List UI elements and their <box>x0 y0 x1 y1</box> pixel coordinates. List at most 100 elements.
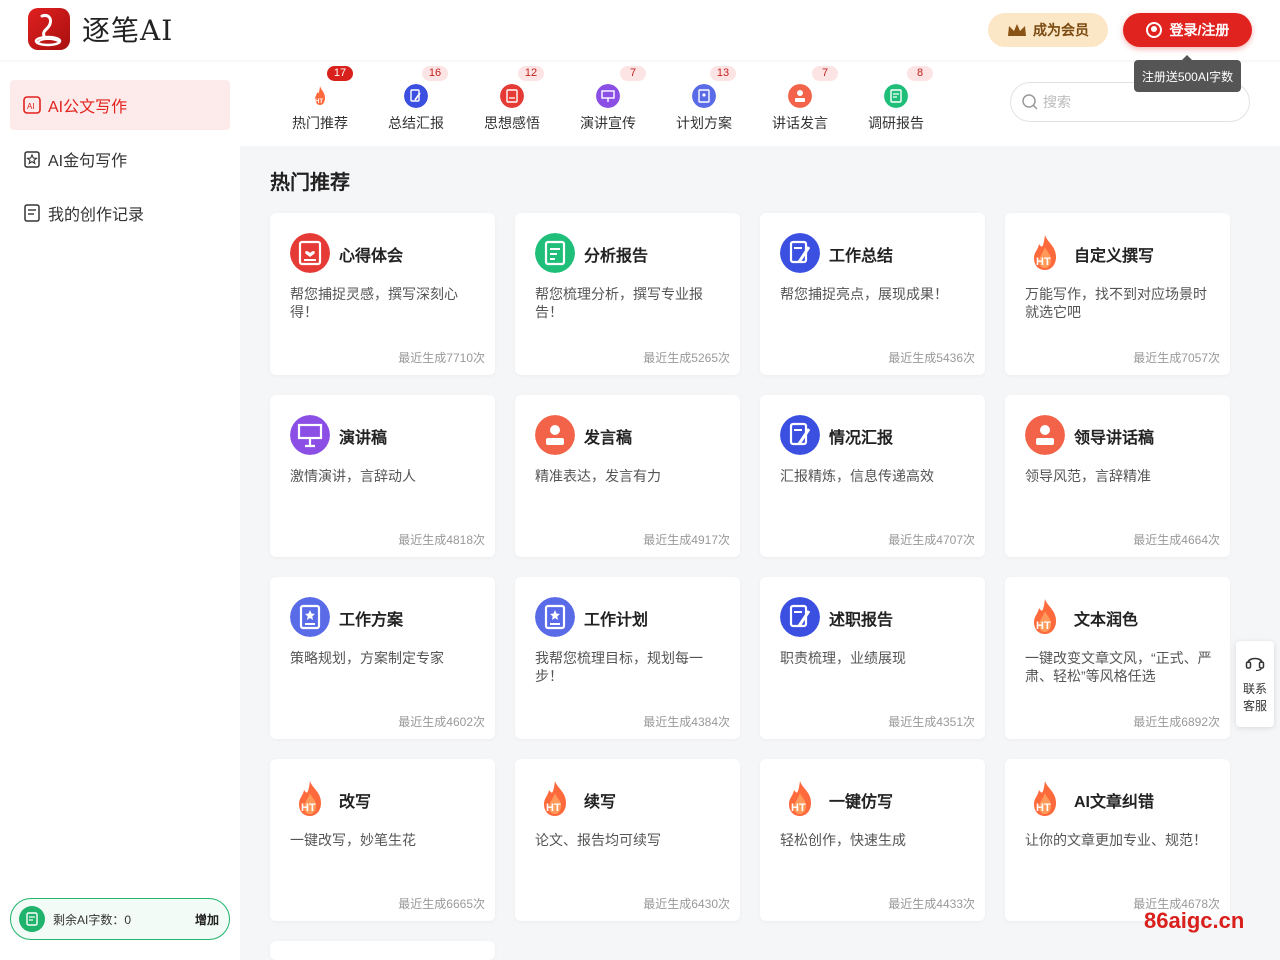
card-usage-count: 最近生成4818次 <box>398 533 485 547</box>
tab-summary-report[interactable]: 16 总结汇报 <box>368 60 464 146</box>
card-2[interactable]: 工作总结 帮您捕捉亮点，展现成果！ 最近生成5436次 <box>760 213 985 375</box>
card-title: 工作计划 <box>584 612 649 629</box>
card-12[interactable]: HT 改写一键改写，妙笔生花最近生成6665次 <box>270 759 495 921</box>
card-15[interactable]: HT AI文章纠错 让你的文章更加专业、规范！ 最近生成4678次 <box>1005 759 1230 921</box>
tab-speaking[interactable]: 7 讲话发言 <box>752 60 848 146</box>
tab-label: 思想感悟 <box>484 115 540 131</box>
tab-speech-promo[interactable]: 7 演讲宣传 <box>560 60 656 146</box>
customer-service-button[interactable]: 联系 客服 <box>1236 641 1274 727</box>
card-usage-count: 最近生成4602次 <box>398 715 485 729</box>
card-11[interactable]: HT 文本润色 一键改变文章文风，“正式、严肃、轻松”等风格任选 最近生成6892次 <box>1005 577 1230 739</box>
speaker-icon <box>1025 415 1065 455</box>
flame-icon: HT <box>544 781 566 816</box>
ai-doc-icon: AI <box>23 96 41 114</box>
flame-icon: HT <box>1034 781 1056 816</box>
card-usage-count: 最近生成4707次 <box>888 533 975 547</box>
card-title: 自定义撰写 <box>1074 248 1155 265</box>
card-usage-count: 最近生成5265次 <box>643 351 730 365</box>
card-usage-count: 最近生成5436次 <box>888 351 975 365</box>
card-partial[interactable] <box>270 941 495 960</box>
card-1[interactable]: 分析报告 帮您梳理分析，撰写专业报告！ 最近生成5265次 <box>515 213 740 375</box>
card-13[interactable]: HT 续写论文、报告均可续写最近生成6430次 <box>515 759 740 921</box>
card-description: 精准表达，发言有力 <box>535 468 661 484</box>
sidebar-item-my-records[interactable]: 我的创作记录 <box>10 188 230 238</box>
tab-plan[interactable]: 13 计划方案 <box>656 60 752 146</box>
flame-icon: HT <box>299 781 321 816</box>
tab-count-badge: 8 <box>907 66 933 81</box>
flame-icon: HT <box>789 781 811 816</box>
flame-icon: HT <box>315 86 325 105</box>
sidebar-item-label: AI金句写作 <box>48 153 128 170</box>
search-input[interactable] <box>1043 94 1223 110</box>
tab-label: 演讲宣传 <box>580 115 636 131</box>
tab-thoughts[interactable]: 12 思想感悟 <box>464 60 560 146</box>
card-5[interactable]: 发言稿 精准表达，发言有力 最近生成4917次 <box>515 395 740 557</box>
logo-text: 逐笔AI <box>82 14 174 47</box>
card-title: AI文章纠错 <box>1074 794 1155 811</box>
card-title: 工作总结 <box>829 248 894 265</box>
card-10[interactable]: 述职报告 职责梳理，业绩展现 最近生成4351次 <box>760 577 985 739</box>
svg-text:HT: HT <box>315 99 323 105</box>
card-title: 续写 <box>584 794 617 811</box>
card-6[interactable]: 情况汇报 汇报精炼，信息传递高效 最近生成4707次 <box>760 395 985 557</box>
plan-icon <box>290 597 330 637</box>
card-title: 情况汇报 <box>829 430 894 447</box>
svg-text:HT: HT <box>1036 620 1051 632</box>
user-icon <box>1145 22 1162 38</box>
card-description: 论文、报告均可续写 <box>535 832 661 848</box>
become-member-label: 成为会员 <box>1033 22 1089 38</box>
tab-count-badge: 13 <box>710 66 736 81</box>
card-title: 文本润色 <box>1074 612 1139 629</box>
svg-text:HT: HT <box>546 802 561 814</box>
card-9[interactable]: 工作计划我帮您梳理目标，规划每一步！ 最近生成4384次 <box>515 577 740 739</box>
card-3[interactable]: HT 自定义撰写 万能写作，找不到对应场景时就选它吧 最近生成7057次 <box>1005 213 1230 375</box>
watermark: 86aigc.cn <box>1144 908 1245 933</box>
card-description: 万能写作，找不到对应场景时就选它吧 <box>1025 286 1207 320</box>
svg-text:HT: HT <box>1036 802 1051 814</box>
card-0[interactable]: 心得体会 帮您捕捉灵感，撰写深刻心得！ 最近生成7710次 <box>270 213 495 375</box>
card-description: 激情演讲，言辞动人 <box>290 468 416 484</box>
svg-text:HT: HT <box>301 802 316 814</box>
logo[interactable]: 逐笔AI <box>28 8 173 50</box>
card-description: 一键改变文章文风，“正式、严肃、轻松”等风格任选 <box>1025 650 1212 684</box>
record-icon <box>24 204 40 222</box>
quota-add-button[interactable]: 增加 <box>195 911 219 928</box>
card-title: 心得体会 <box>339 248 404 265</box>
card-7[interactable]: 领导讲话稿领导风范，言辞精准最近生成4664次 <box>1005 395 1230 557</box>
service-label-line2: 客服 <box>1242 699 1267 713</box>
card-title: 发言稿 <box>584 430 633 447</box>
become-member-button[interactable]: 成为会员 <box>988 13 1108 47</box>
card-usage-count: 最近生成4433次 <box>888 897 975 911</box>
sidebar-item-ai-doc-writing[interactable]: AI AI公文写作 <box>10 80 230 130</box>
tab-research-report[interactable]: 8 调研报告 <box>848 60 944 146</box>
card-description: 一键改写，妙笔生花 <box>290 832 416 848</box>
headset-icon <box>1245 657 1265 672</box>
card-usage-count: 最近生成6430次 <box>643 897 730 911</box>
plan-icon <box>535 597 575 637</box>
quota-doc-icon <box>19 906 45 932</box>
card-usage-count: 最近生成4351次 <box>888 715 975 729</box>
card-14[interactable]: HT 一键仿写 轻松创作，快速生成 最近生成4433次 <box>760 759 985 921</box>
star-card-icon <box>24 151 40 168</box>
card-usage-count: 最近生成4384次 <box>643 715 730 729</box>
card-title: 领导讲话稿 <box>1074 430 1155 447</box>
tab-count-badge: 17 <box>327 66 353 81</box>
login-register-button[interactable]: 登录/注册 <box>1123 13 1252 47</box>
card-description: 我帮您梳理目标，规划每一步！ <box>535 650 703 684</box>
card-usage-count: 最近生成6665次 <box>398 897 485 911</box>
report-icon <box>884 84 908 108</box>
sidebar: AI AI公文写作 AI金句写作 我的创作记录 剩余AI字数：0 增加 <box>0 60 240 960</box>
card-description: 职责梳理，业绩展现 <box>780 650 906 666</box>
sidebar-item-label: 我的创作记录 <box>48 207 145 224</box>
card-8[interactable]: 工作方案 策略规划，方案制定专家 最近生成4602次 <box>270 577 495 739</box>
card-description: 领导风范，言辞精准 <box>1025 468 1151 484</box>
tab-hot-recommend[interactable]: 17 HT 热门推荐 <box>272 60 368 146</box>
pen-doc-icon <box>780 415 820 455</box>
card-4[interactable]: 演讲稿 激情演讲，言辞动人 最近生成4818次 <box>270 395 495 557</box>
tab-count-badge: 12 <box>518 66 544 81</box>
ai-quota-bar: 剩余AI字数：0 增加 <box>10 898 230 940</box>
pen-doc-icon <box>780 233 820 273</box>
card-title: 改写 <box>339 794 372 811</box>
sidebar-item-ai-quote-writing[interactable]: AI金句写作 <box>10 134 230 184</box>
card-usage-count: 最近生成4664次 <box>1133 533 1220 547</box>
